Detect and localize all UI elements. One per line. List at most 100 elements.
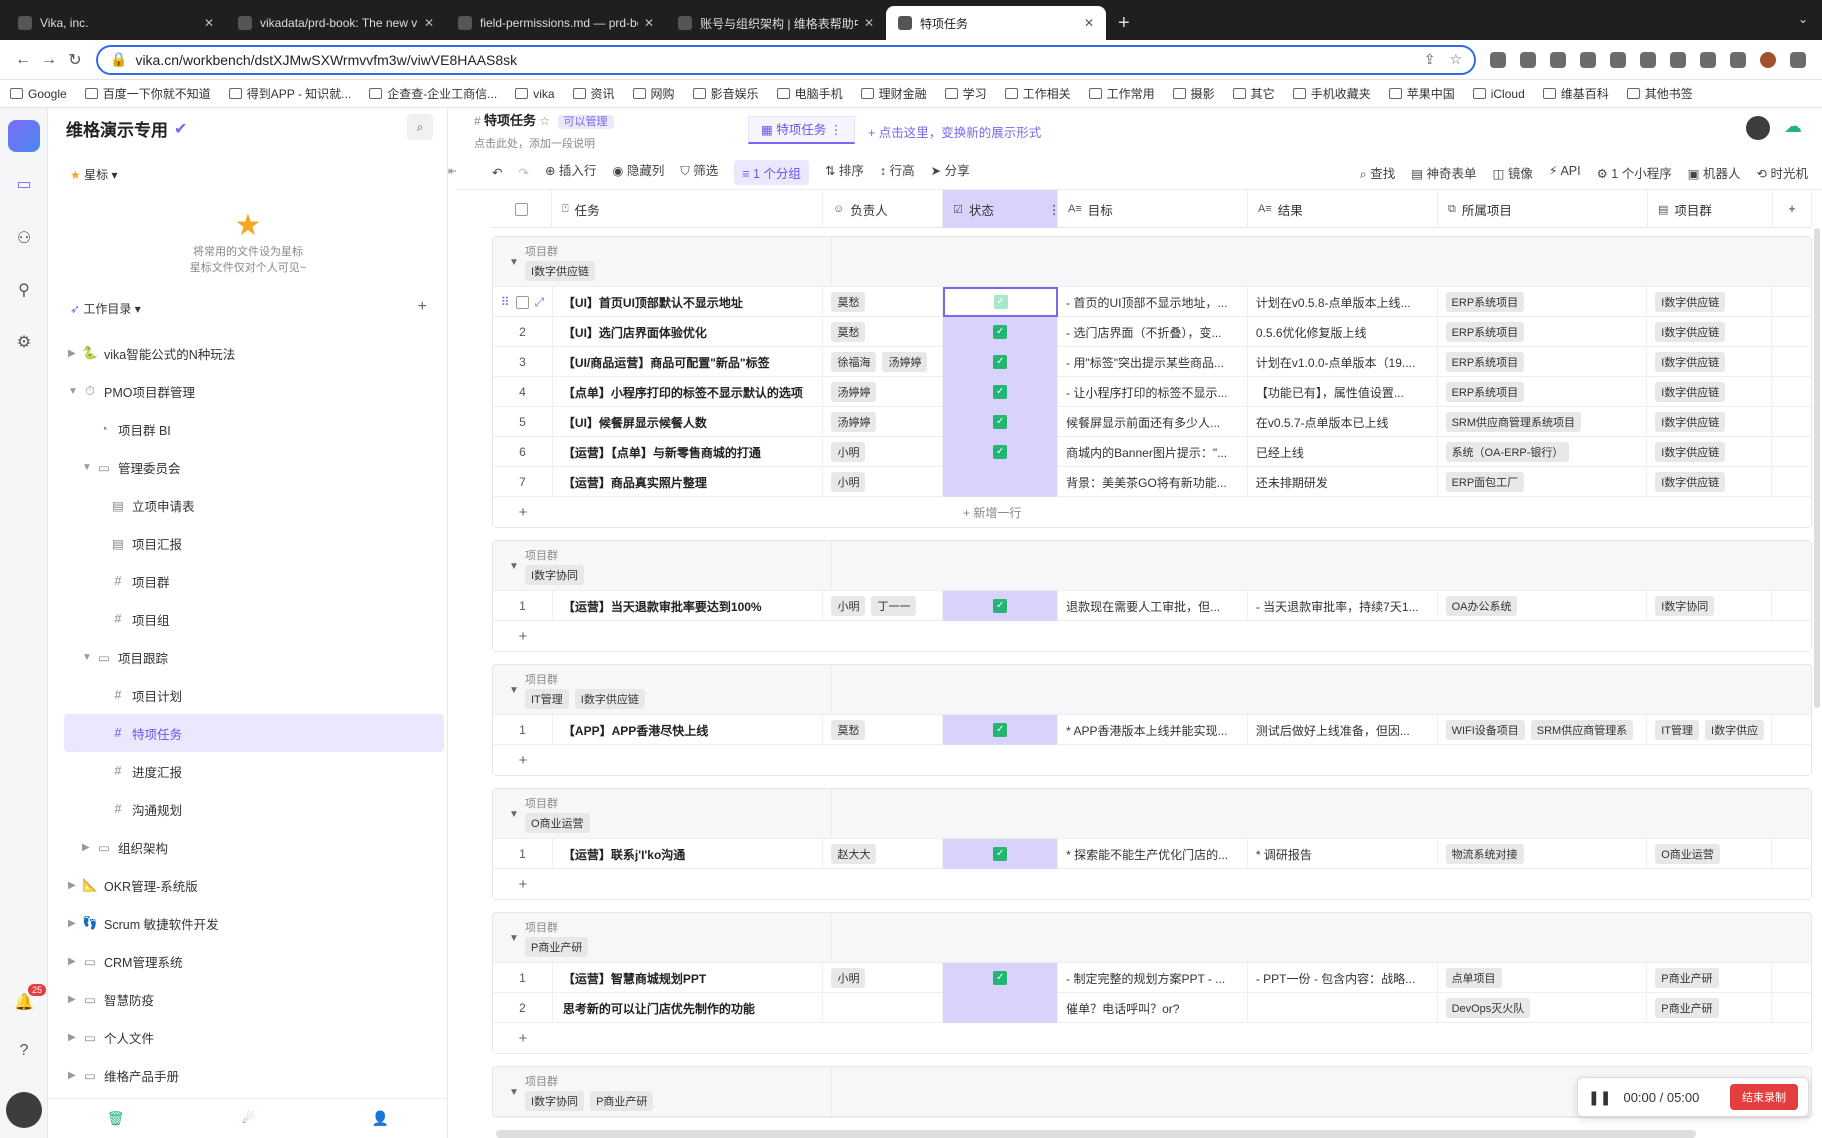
goal-cell[interactable]: 催单？电话呼叫？or? [1058,993,1248,1023]
program-cell[interactable]: P商业产研 [1647,993,1773,1023]
status-cell[interactable]: ✓ [943,839,1059,869]
checkbox-checked-icon[interactable]: ✓ [993,385,1008,399]
task-cell[interactable]: 【UI】候餐屏显示候餐人数 [553,407,824,437]
project-cell[interactable]: OA办公系统 [1438,591,1648,621]
bookmark-item[interactable]: 资讯 [572,85,615,102]
group-header[interactable]: ▼ 项目群 I数字协同 [493,541,1811,591]
column-header[interactable]: ☺ 负责人 [823,190,943,228]
tree-node[interactable]: ▼ ⏱ PMO项目群管理 [64,372,444,410]
form-button[interactable]: ▤ 神奇表单 [1411,163,1476,182]
row-number[interactable]: 2 [493,993,553,1023]
task-cell[interactable]: 【UI】首页UI顶部默认不显示地址 [553,287,824,317]
tree-caret-icon[interactable]: ▼ [82,652,96,663]
table-row[interactable]: 6 【运营】【点单】与新零售商城的打通 小明 ✓ 商城内的Banner图片提示："...… [493,437,1811,467]
checkbox-checked-icon[interactable]: ✓ [993,723,1008,737]
settings-icon[interactable]: ⚙ [14,332,34,352]
checkbox-checked-icon[interactable]: ✓ [993,415,1008,429]
tab-list-chevron-icon[interactable]: ⌄ [1798,12,1808,26]
tree-node[interactable]: # 项目计划 [64,676,444,714]
row-number[interactable]: 1 [493,963,553,993]
table-row[interactable]: 3 【UI/商品运营】商品可配置"新品"标签 徐福海 汤婷婷 ✓ - 用"标签"突出提示某… [493,347,1811,377]
share-icon[interactable]: ⇪ [1424,51,1436,68]
project-cell[interactable]: ERP系统项目 [1438,377,1648,407]
add-view-button[interactable]: + 点击这里，变换新的展示形式 [868,122,1041,141]
tree-node[interactable]: ▼ ▭ 项目跟踪 [64,638,444,676]
row-height-button[interactable]: ↕ 行高 [880,160,915,185]
redo-icon[interactable]: ↷ [518,165,528,180]
program-cell[interactable]: I数字供应链 [1647,287,1773,317]
bookmark-item[interactable]: 摄影 [1172,85,1215,102]
program-cell[interactable]: O商业运营 [1647,839,1773,869]
horizontal-scrollbar[interactable] [496,1130,1696,1138]
checkbox-checked-icon[interactable]: ✓ [993,295,1008,309]
tree-node[interactable]: ▶ ▭ 智慧防疫 [64,980,444,1018]
bookmark-item[interactable]: 电脑手机 [776,85,843,102]
result-cell[interactable]: 在v0.5.7-点单版本已上线 [1248,407,1438,437]
add-row-icon[interactable]: + [493,752,553,769]
browser-tab[interactable]: 特项任务 ✕ [886,6,1106,40]
sync-cloud-icon[interactable]: ☁ [1784,116,1808,140]
group-collapse-icon[interactable]: ▼ [509,561,519,572]
close-tab-icon[interactable]: ✕ [424,16,434,30]
tree-node[interactable]: # 进度汇报 [64,752,444,790]
catalog-section[interactable]: ➶ 工作目录 ▾ [70,300,141,317]
result-cell[interactable]: 计划在v1.0.0-点单版本（19.... [1248,347,1438,377]
bookmark-item[interactable]: 得到APP - 知识就... [228,85,351,102]
status-cell[interactable]: ✓ [943,347,1059,377]
tree-caret-icon[interactable]: ▶ [68,994,82,1005]
tree-caret-icon[interactable]: ▼ [82,462,96,473]
task-cell[interactable]: 【运营】智慧商城规划PPT [553,963,824,993]
row-number[interactable]: 1 [493,839,553,869]
find-button[interactable]: ⌕ 查找 [1360,163,1396,182]
robot-button[interactable]: ▣ 机器人 [1688,163,1741,182]
owner-cell[interactable]: 汤婷婷 [823,377,944,407]
expand-record-icon[interactable]: ⤢ [535,295,545,310]
insert-row-button[interactable]: ⊕ 插入行 [545,160,596,185]
program-cell[interactable]: I数字供应链 [1647,347,1773,377]
tree-node[interactable]: # 特项任务 [64,714,444,752]
trash-icon[interactable]: 🗑 [107,1110,125,1127]
tree-node[interactable]: ▶ ▭ 个人文件 [64,1018,444,1056]
table-row[interactable]: ⠿ ⤢ 【UI】首页UI顶部默认不显示地址 莫愁 ✓ - 首页的UI顶部不显示地址，...… [493,287,1811,317]
row-number[interactable]: 7 [493,467,553,497]
tree-node[interactable]: # 沟通规划 [64,790,444,828]
menu-icon[interactable] [1790,51,1806,68]
bookmark-item[interactable]: 苹果中国 [1388,85,1455,102]
group-header[interactable]: ▼ 项目群 O商业运营 [493,789,1811,839]
status-cell[interactable]: ✓ [943,407,1059,437]
column-header[interactable]: A≡ 目标 [1058,190,1248,228]
goal-cell[interactable]: - 首页的UI顶部不显示地址，... [1058,287,1248,317]
bookmark-item[interactable]: 工作常用 [1088,85,1155,102]
tree-caret-icon[interactable]: ▶ [82,842,96,853]
browser-tab[interactable]: vikadata/prd-book: The new vi ✕ [226,6,446,40]
checkbox-checked-icon[interactable]: ✓ [993,445,1008,459]
project-cell[interactable]: DevOps灭火队 [1438,993,1648,1023]
profile-avatar[interactable] [1760,51,1776,68]
project-cell[interactable]: WIFI设备项目 SRM供应商管理系 [1438,715,1648,745]
sort-button[interactable]: ⇅ 排序 [825,160,864,185]
add-row-icon[interactable]: + [493,1030,553,1047]
task-cell[interactable]: 【APP】APP香港尽快上线 [553,715,824,745]
help-icon[interactable]: ? [14,1042,34,1062]
close-tab-icon[interactable]: ✕ [644,16,654,30]
reload-icon[interactable]: ↻ [62,50,88,70]
user-avatar[interactable] [6,1092,42,1128]
add-row-icon[interactable]: + [493,628,553,645]
result-cell[interactable]: 还未排期研发 [1248,467,1438,497]
members-icon[interactable]: ⚇ [14,228,34,248]
project-cell[interactable]: 点单项目 [1438,963,1648,993]
row-number[interactable]: 1 [493,591,553,621]
tree-caret-icon[interactable]: ▶ [68,956,82,967]
checkbox-checked-icon[interactable]: ✓ [993,599,1008,613]
extension-icon[interactable] [1550,51,1566,68]
goal-cell[interactable]: * 探索能不能生产优化门店的... [1058,839,1248,869]
status-cell[interactable]: ✓ [943,317,1059,347]
drag-handle-icon[interactable]: ⠿ [501,295,510,309]
task-cell[interactable]: 【运营】联系j'I'ko沟通 [553,839,824,869]
table-row[interactable]: 5 【UI】候餐屏显示候餐人数 汤婷婷 ✓ 候餐屏显示前面还有多少人... 在v0.5.… [493,407,1811,437]
status-cell[interactable]: ✓ [943,963,1059,993]
space-logo-icon[interactable] [8,120,40,152]
task-cell[interactable]: 思考新的可以让门店优先制作的功能 [553,993,824,1023]
tree-node[interactable]: ▶ ▭ CRM管理系统 [64,942,444,980]
status-cell[interactable] [943,993,1059,1023]
